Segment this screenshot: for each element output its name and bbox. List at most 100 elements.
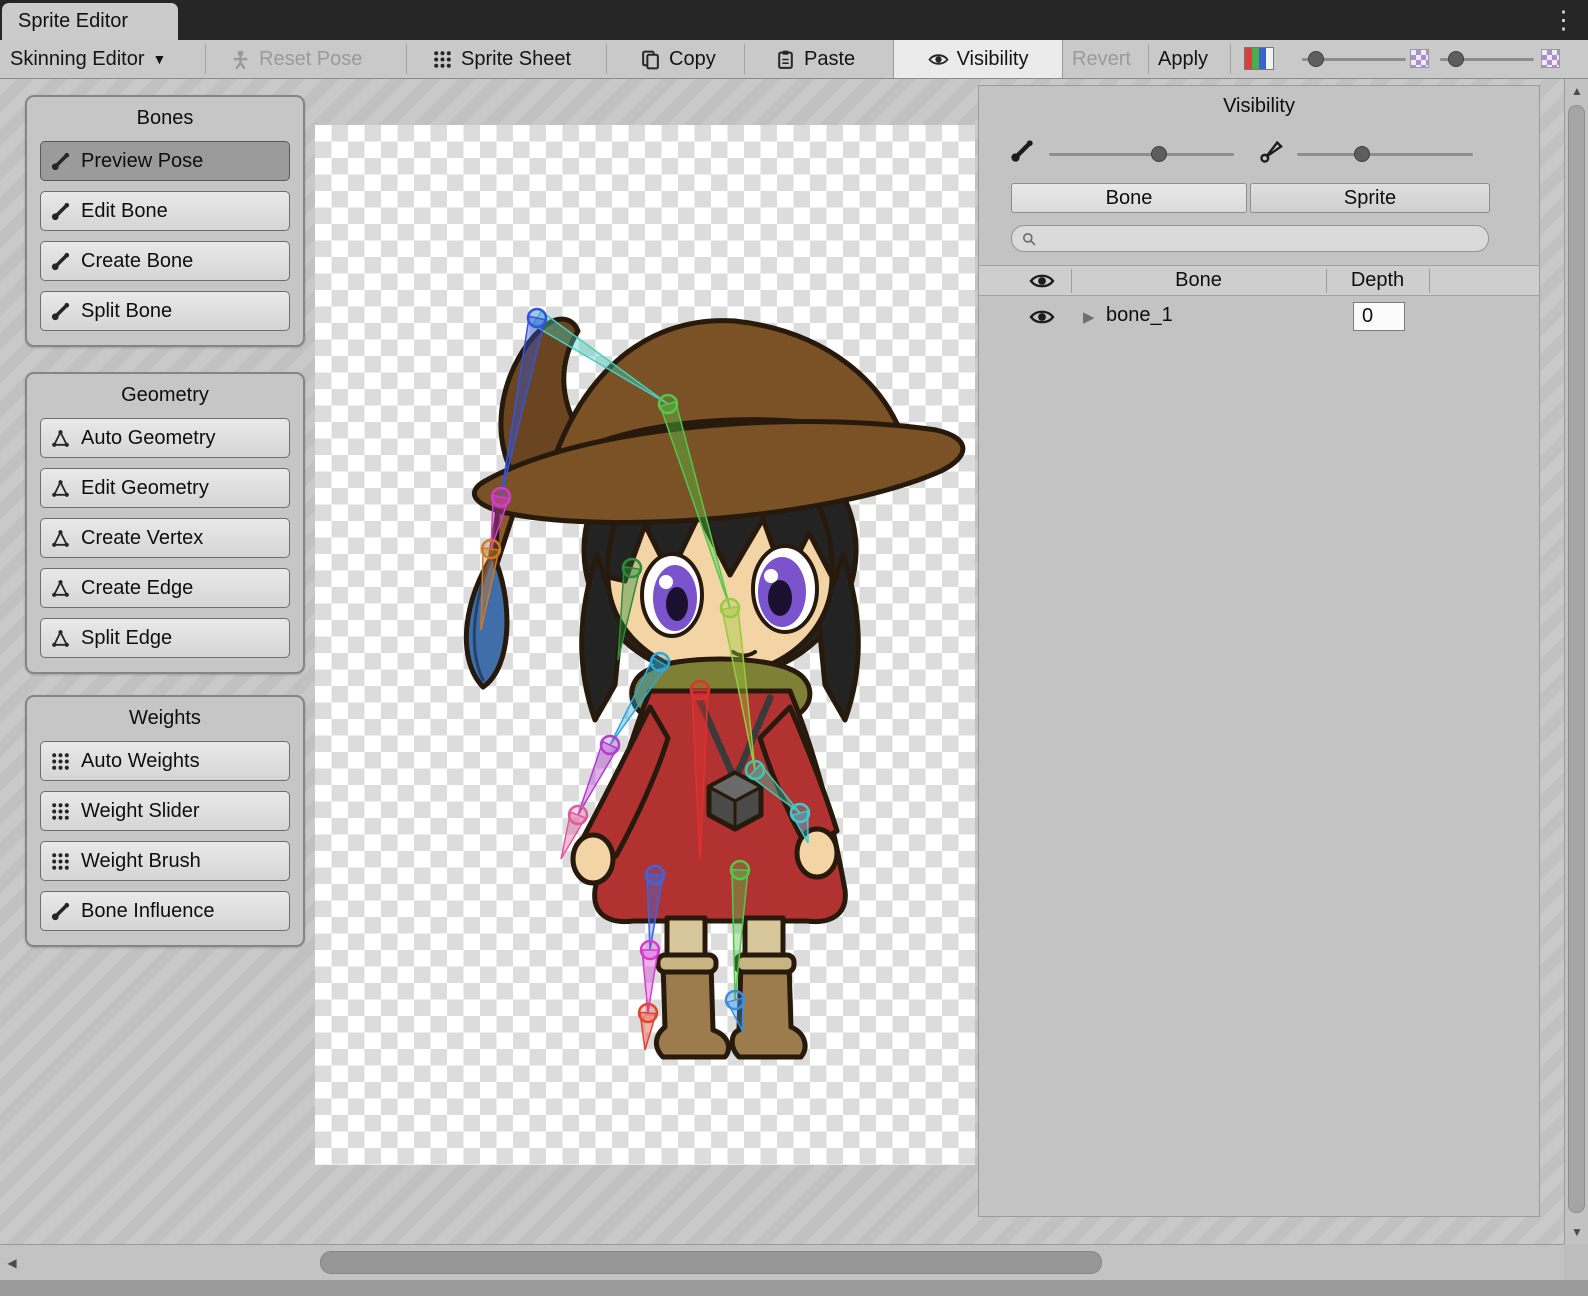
visibility-eye-icon xyxy=(928,49,949,70)
auto-weights-button[interactable]: Auto Weights xyxy=(40,741,290,781)
weight-brush-label: Weight Brush xyxy=(81,850,201,873)
mesh-opacity-slider[interactable] xyxy=(1297,153,1473,156)
bone-opacity-icon xyxy=(1009,138,1035,164)
header-eye-icon xyxy=(1029,268,1055,294)
header-divider xyxy=(1429,269,1430,293)
visibility-label: Visibility xyxy=(957,48,1029,71)
color-swatch[interactable] xyxy=(1244,47,1274,70)
visibility-panel: Visibility Bone Sprite Bone Depth ▶ bone… xyxy=(978,85,1540,1217)
bone-opacity-slider-thumb[interactable] xyxy=(1151,146,1167,162)
paste-icon xyxy=(775,49,796,70)
preview-pose-icon xyxy=(50,151,71,172)
split-edge-icon xyxy=(50,628,71,649)
split-edge-button[interactable]: Split Edge xyxy=(40,618,290,658)
depth-input[interactable] xyxy=(1353,302,1405,331)
toolbar-divider xyxy=(606,44,607,74)
scroll-down-icon[interactable]: ▼ xyxy=(1565,1220,1588,1244)
auto-geometry-button[interactable]: Auto Geometry xyxy=(40,418,290,458)
preview-pose-button[interactable]: Preview Pose xyxy=(40,141,290,181)
window-bottom-edge xyxy=(0,1280,1588,1296)
skinning-editor-label: Skinning Editor xyxy=(10,48,145,71)
skinning-editor-dropdown[interactable]: Skinning Editor ▼ xyxy=(10,40,166,78)
tab-sprite-editor[interactable]: Sprite Editor xyxy=(2,3,178,40)
bone-row[interactable]: ▶ bone_1 xyxy=(979,298,1539,336)
geometry-panel: Geometry Auto Geometry Edit Geometry Cre… xyxy=(25,372,305,674)
create-edge-icon xyxy=(50,578,71,599)
bone-row-label: bone_1 xyxy=(1106,304,1173,327)
sprite-editor-tab-label: Sprite Editor xyxy=(18,10,128,33)
bone-gizmo-slider-thumb[interactable] xyxy=(1308,51,1324,67)
disclosure-triangle-icon[interactable]: ▶ xyxy=(1083,308,1095,326)
auto-geometry-icon xyxy=(50,428,71,449)
split-bone-button[interactable]: Split Bone xyxy=(40,291,290,331)
vertical-scrollbar-thumb[interactable] xyxy=(1568,105,1585,1213)
tab-sprite-label: Sprite xyxy=(1344,187,1396,210)
create-vertex-label: Create Vertex xyxy=(81,527,203,550)
edit-bone-icon xyxy=(50,201,71,222)
create-vertex-button[interactable]: Create Vertex xyxy=(40,518,290,558)
weights-panel: Weights Auto Weights Weight Slider Weigh… xyxy=(25,695,305,947)
create-bone-label: Create Bone xyxy=(81,250,193,273)
paste-button[interactable]: Paste xyxy=(775,40,855,78)
vertical-scrollbar[interactable]: ▲ ▼ xyxy=(1564,79,1588,1244)
weight-brush-button[interactable]: Weight Brush xyxy=(40,841,290,881)
split-bone-icon xyxy=(50,301,71,322)
copy-button[interactable]: Copy xyxy=(640,40,716,78)
edit-geometry-button[interactable]: Edit Geometry xyxy=(40,468,290,508)
horizontal-scrollbar[interactable]: ◀ xyxy=(0,1244,1564,1280)
create-edge-button[interactable]: Create Edge xyxy=(40,568,290,608)
bone-influence-label: Bone Influence xyxy=(81,900,214,923)
checker-swatch-icon xyxy=(1410,49,1429,68)
toolbar-divider xyxy=(205,44,206,74)
visibility-button[interactable]: Visibility xyxy=(893,40,1063,78)
tab-bone[interactable]: Bone xyxy=(1011,183,1247,213)
reset-pose-button[interactable]: Reset Pose xyxy=(230,40,362,78)
checker-swatch-icon xyxy=(1541,49,1560,68)
toolbar-divider xyxy=(406,44,407,74)
toolbar-divider xyxy=(1230,44,1231,74)
split-edge-label: Split Edge xyxy=(81,627,172,650)
scroll-up-icon[interactable]: ▲ xyxy=(1565,79,1588,103)
mesh-opacity-icon xyxy=(1259,138,1285,164)
preview-pose-label: Preview Pose xyxy=(81,150,203,173)
scroll-left-icon[interactable]: ◀ xyxy=(0,1251,24,1275)
weight-brush-icon xyxy=(50,851,71,872)
auto-weights-icon xyxy=(50,751,71,772)
mesh-overlay-slider-thumb[interactable] xyxy=(1448,51,1464,67)
sprite-canvas[interactable] xyxy=(315,125,975,1165)
split-bone-label: Split Bone xyxy=(81,300,172,323)
sprite-sheet-label: Sprite Sheet xyxy=(461,48,571,71)
tab-sprite[interactable]: Sprite xyxy=(1250,183,1490,213)
edit-bone-label: Edit Bone xyxy=(81,200,168,223)
revert-button[interactable]: Revert xyxy=(1072,40,1131,78)
edit-bone-button[interactable]: Edit Bone xyxy=(40,191,290,231)
create-edge-label: Create Edge xyxy=(81,577,193,600)
kebab-menu-icon[interactable]: ⋮ xyxy=(1551,4,1576,36)
reset-pose-icon xyxy=(230,49,251,70)
bone-influence-icon xyxy=(50,901,71,922)
bones-panel: Bones Preview Pose Edit Bone Create Bone… xyxy=(25,95,305,347)
sprite-sheet-button[interactable]: Sprite Sheet xyxy=(432,40,571,78)
create-bone-button[interactable]: Create Bone xyxy=(40,241,290,281)
skeleton-overlay[interactable] xyxy=(315,125,975,1165)
sprite-sheet-icon xyxy=(432,49,453,70)
horizontal-scrollbar-thumb[interactable] xyxy=(320,1251,1102,1274)
bone-influence-button[interactable]: Bone Influence xyxy=(40,891,290,931)
paste-label: Paste xyxy=(804,48,855,71)
row-eye-icon[interactable] xyxy=(1029,304,1055,330)
toolbar-divider xyxy=(744,44,745,74)
weight-slider-button[interactable]: Weight Slider xyxy=(40,791,290,831)
weight-slider-icon xyxy=(50,801,71,822)
apply-button[interactable]: Apply xyxy=(1158,40,1208,78)
revert-label: Revert xyxy=(1072,48,1131,71)
auto-weights-label: Auto Weights xyxy=(81,750,200,773)
weight-slider-label: Weight Slider xyxy=(81,800,200,823)
search-icon xyxy=(1021,231,1037,247)
create-bone-icon xyxy=(50,251,71,272)
bone-search-field[interactable] xyxy=(1011,225,1489,252)
mesh-opacity-slider-thumb[interactable] xyxy=(1354,146,1370,162)
bone-opacity-slider[interactable] xyxy=(1049,153,1234,156)
search-input[interactable] xyxy=(1043,228,1479,249)
toolbar-divider xyxy=(1148,44,1149,74)
chevron-down-icon: ▼ xyxy=(153,51,167,67)
